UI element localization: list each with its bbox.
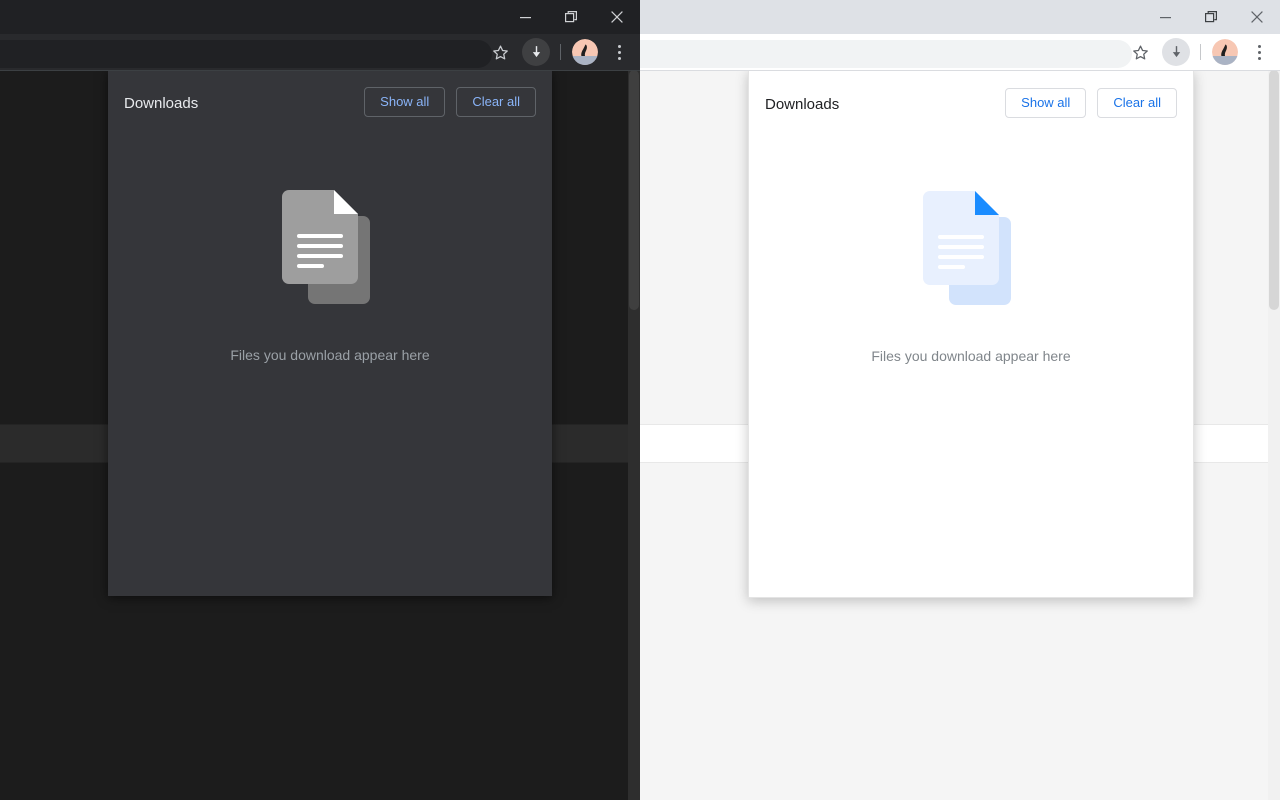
star-icon[interactable] [486, 38, 514, 66]
browser-toolbar [640, 34, 1280, 71]
address-bar[interactable] [0, 40, 492, 68]
toolbar-actions [1124, 34, 1280, 70]
downloads-title: Downloads [124, 94, 198, 114]
scrollbar-thumb[interactable] [629, 70, 639, 310]
browser-toolbar [0, 34, 640, 71]
document-stack-icon [276, 190, 384, 312]
downloads-actions: Show all Clear all [1005, 88, 1177, 118]
vertical-scrollbar[interactable] [1268, 70, 1280, 800]
three-dot-menu-icon[interactable] [1245, 38, 1273, 66]
scrollbar-thumb[interactable] [1269, 70, 1279, 310]
document-stack-icon [917, 191, 1025, 313]
three-dot-menu-icon[interactable] [605, 38, 633, 66]
window-controls [502, 0, 640, 34]
restore-button[interactable] [548, 0, 594, 34]
restore-button[interactable] [1188, 0, 1234, 34]
downloads-empty-text: Files you download appear here [871, 347, 1070, 365]
download-arrow-icon[interactable] [1162, 38, 1190, 66]
vertical-scrollbar[interactable] [628, 70, 640, 800]
toolbar-divider [1200, 44, 1201, 60]
close-button[interactable] [594, 0, 640, 34]
downloads-bubble: Downloads Show all Clear all Files you d… [748, 70, 1194, 598]
download-arrow-icon[interactable] [522, 38, 550, 66]
avatar-icon[interactable] [1211, 38, 1239, 66]
minimize-button[interactable] [502, 0, 548, 34]
show-all-button[interactable]: Show all [364, 87, 445, 117]
window-controls [1142, 0, 1280, 34]
clear-all-button[interactable]: Clear all [1097, 88, 1177, 118]
show-all-button[interactable]: Show all [1005, 88, 1086, 118]
close-button[interactable] [1234, 0, 1280, 34]
downloads-empty-state: Files you download appear here [749, 191, 1193, 365]
downloads-title: Downloads [765, 95, 839, 115]
minimize-button[interactable] [1142, 0, 1188, 34]
toolbar-actions [484, 34, 640, 70]
clear-all-button[interactable]: Clear all [456, 87, 536, 117]
screen-root: Downloads Show all Clear all Files you d… [0, 0, 1280, 800]
address-bar[interactable] [640, 40, 1132, 68]
downloads-bubble-header: Downloads Show all Clear all [749, 71, 1193, 139]
title-bar[interactable] [0, 0, 640, 34]
star-icon[interactable] [1126, 38, 1154, 66]
browser-window-light: Downloads Show all Clear all Files you d… [640, 0, 1280, 800]
downloads-empty-state: Files you download appear here [108, 190, 552, 364]
title-bar[interactable] [640, 0, 1280, 34]
browser-window-dark: Downloads Show all Clear all Files you d… [0, 0, 640, 800]
avatar-icon[interactable] [571, 38, 599, 66]
downloads-bubble: Downloads Show all Clear all Files you d… [108, 70, 552, 596]
downloads-actions: Show all Clear all [364, 87, 536, 117]
downloads-bubble-header: Downloads Show all Clear all [108, 70, 552, 138]
downloads-empty-text: Files you download appear here [230, 346, 429, 364]
toolbar-divider [560, 44, 561, 60]
